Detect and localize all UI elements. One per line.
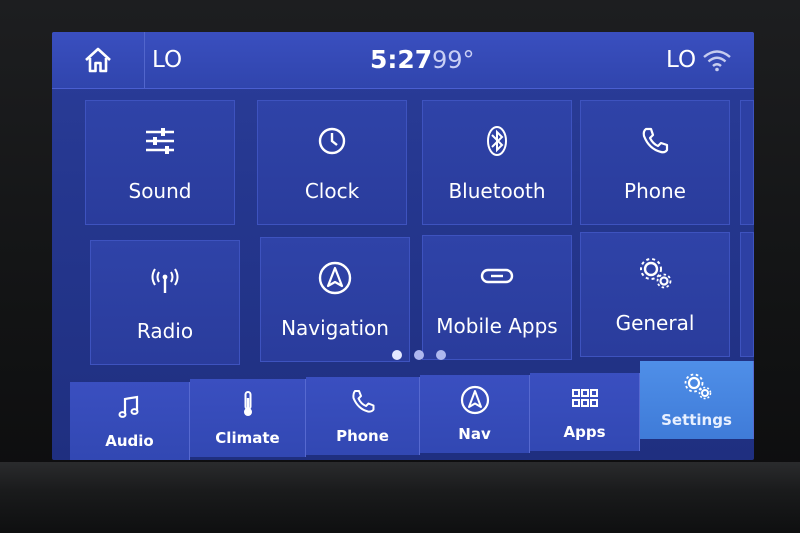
- nav-label: Climate: [215, 429, 280, 447]
- tile-general[interactable]: General: [580, 232, 730, 357]
- nav-phone[interactable]: Phone: [306, 377, 420, 455]
- nav-label: Phone: [336, 427, 389, 445]
- tile-clock[interactable]: Clock: [257, 100, 407, 225]
- phone-icon: [351, 390, 374, 413]
- nav-settings[interactable]: Settings: [640, 361, 754, 439]
- tile-sound[interactable]: Sound: [85, 100, 235, 225]
- radio-antenna-icon: [151, 268, 179, 293]
- music-note-icon: [118, 395, 138, 418]
- next-page-tile-edge: [740, 232, 754, 357]
- bottom-nav-bar: Audio Climate Phone Nav Apps Settings: [70, 361, 754, 460]
- gears-icon: [640, 258, 672, 289]
- page-dot[interactable]: [392, 350, 402, 360]
- tile-label: Phone: [624, 179, 686, 203]
- apps-grid-icon: [571, 389, 598, 407]
- gears-icon: [684, 373, 711, 400]
- status-bar: LO 5:27 99° LO: [52, 32, 754, 89]
- outside-temp: 99°: [432, 46, 475, 74]
- phone-icon: [642, 127, 669, 154]
- clock-time: 5:27: [370, 45, 433, 74]
- navigation-arrow-icon: [318, 261, 352, 295]
- tile-label: Sound: [128, 179, 192, 203]
- nav-audio[interactable]: Audio: [70, 382, 190, 460]
- bluetooth-icon: [487, 126, 507, 156]
- tile-bluetooth[interactable]: Bluetooth: [422, 100, 572, 225]
- tile-label: Mobile Apps: [436, 314, 558, 338]
- passenger-temp[interactable]: LO: [666, 32, 696, 88]
- tile-phone[interactable]: Phone: [580, 100, 730, 225]
- page-dot[interactable]: [436, 350, 446, 360]
- thermometer-icon: [243, 391, 252, 416]
- tile-label: Clock: [304, 179, 360, 203]
- equalizer-icon: [146, 128, 174, 154]
- page-indicator[interactable]: [392, 350, 446, 360]
- tile-navigation[interactable]: Navigation: [260, 237, 410, 362]
- tile-radio[interactable]: Radio: [90, 240, 240, 365]
- home-icon: [85, 47, 111, 73]
- nav-label: Settings: [661, 411, 732, 429]
- next-page-tile-edge: [740, 100, 754, 225]
- nav-nav[interactable]: Nav: [420, 375, 530, 453]
- nav-label: Nav: [458, 425, 491, 443]
- infotainment-screen: LO 5:27 99° LO Sound Clock Bluetooth Pho…: [52, 32, 754, 460]
- tile-label: Bluetooth: [448, 179, 546, 203]
- driver-temp[interactable]: LO: [152, 32, 182, 88]
- nav-label: Audio: [105, 432, 154, 450]
- tile-label: Radio: [136, 319, 194, 343]
- device-bezel-bottom: [0, 462, 800, 533]
- tile-label: General: [615, 311, 695, 335]
- tile-mobile-apps[interactable]: Mobile Apps: [422, 235, 572, 360]
- nav-label: Apps: [563, 423, 606, 441]
- page-dot[interactable]: [414, 350, 424, 360]
- home-button[interactable]: [52, 32, 145, 88]
- clock-icon: [318, 127, 346, 155]
- nav-apps[interactable]: Apps: [530, 373, 640, 451]
- link-icon: [480, 268, 514, 284]
- wifi-icon: [703, 50, 731, 72]
- tile-label: Navigation: [281, 316, 389, 340]
- nav-climate[interactable]: Climate: [190, 379, 306, 457]
- navigation-arrow-icon: [460, 385, 489, 415]
